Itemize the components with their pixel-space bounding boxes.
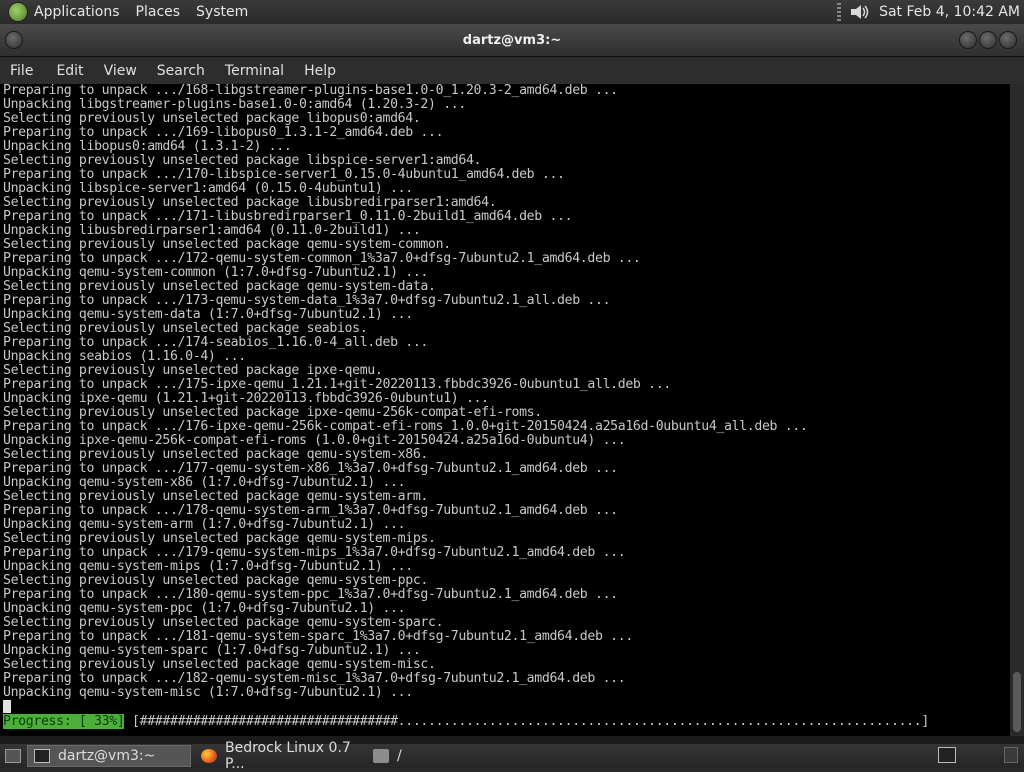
taskbar-item-firefox[interactable]: Bedrock Linux 0.7 P...: [195, 740, 363, 772]
places-menu[interactable]: Places: [136, 4, 181, 20]
terminal-line: Selecting previously unselected package …: [3, 111, 421, 126]
terminal-line: Unpacking qemu-system-data (1:7.0+dfsg-7…: [3, 307, 413, 322]
terminal-line: Unpacking qemu-system-mips (1:7.0+dfsg-7…: [3, 559, 413, 574]
taskbar-item-label: dartz@vm3:~: [58, 748, 156, 764]
bottom-panel: dartz@vm3:~ Bedrock Linux 0.7 P... /: [0, 740, 1024, 772]
terminal-line: Unpacking ipxe-qemu (1.21.1+git-20220113…: [3, 391, 489, 406]
panel-grip-icon: [837, 3, 842, 21]
menu-edit[interactable]: Edit: [56, 63, 83, 79]
terminal-line: Selecting previously unselected package …: [3, 363, 383, 378]
terminal-line: Preparing to unpack .../171-libusbredirp…: [3, 209, 573, 224]
terminal-scrollbar[interactable]: [1010, 84, 1024, 736]
menu-file[interactable]: File: [10, 63, 33, 79]
terminal-line: Selecting previously unselected package …: [3, 615, 444, 630]
panel-tray: Sat Feb 4, 10:42 AM: [837, 3, 1024, 21]
terminal-line: Selecting previously unselected package …: [3, 321, 368, 336]
terminal-cursor: [3, 700, 11, 713]
terminal-line: Selecting previously unselected package …: [3, 405, 542, 420]
taskbar-item-label: /: [397, 748, 402, 764]
terminal-line: Selecting previously unselected package …: [3, 237, 451, 252]
terminal-line: Preparing to unpack .../181-qemu-system-…: [3, 629, 633, 644]
firefox-icon: [201, 749, 217, 763]
terminal-line: Preparing to unpack .../180-qemu-system-…: [3, 587, 618, 602]
terminal-line: Unpacking qemu-system-x86 (1:7.0+dfsg-7u…: [3, 475, 406, 490]
top-panel: Applications Places System Sat Feb 4, 10…: [0, 0, 1024, 24]
terminal-icon: [34, 749, 50, 763]
terminal-output[interactable]: Preparing to unpack .../168-libgstreamer…: [0, 84, 1010, 736]
trash-icon[interactable]: [1004, 747, 1018, 763]
show-desktop-icon[interactable]: [5, 749, 21, 763]
terminal-line: Unpacking qemu-system-sparc (1:7.0+dfsg-…: [3, 643, 421, 658]
terminal-line: Selecting previously unselected package …: [3, 531, 436, 546]
progress-bar: [##################################.....…: [124, 714, 929, 729]
terminal-line: Unpacking seabios (1.16.0-4) ...: [3, 349, 246, 364]
window-title: dartz@vm3:~: [462, 32, 562, 48]
volume-icon[interactable]: [849, 3, 871, 21]
window-menu-icon[interactable]: [5, 31, 23, 49]
taskbar-item-label: Bedrock Linux 0.7 P...: [225, 740, 351, 772]
terminal-line: Preparing to unpack .../174-seabios_1.16…: [3, 335, 429, 350]
terminal-line: Unpacking libgstreamer-plugins-base1.0-0…: [3, 97, 466, 112]
terminal-line: Preparing to unpack .../168-libgstreamer…: [3, 84, 618, 98]
menu-terminal[interactable]: Terminal: [225, 63, 284, 79]
terminal-line: Unpacking qemu-system-common (1:7.0+dfsg…: [3, 265, 429, 280]
terminal-line: Selecting previously unselected package …: [3, 573, 429, 588]
terminal-line: Preparing to unpack .../170-libspice-ser…: [3, 167, 565, 182]
terminal-line: Selecting previously unselected package …: [3, 489, 429, 504]
window-menubar: File Edit View Search Terminal Help: [0, 57, 1024, 85]
terminal-lines: Preparing to unpack .../168-libgstreamer…: [3, 84, 808, 714]
terminal-line: Selecting previously unselected package …: [3, 447, 429, 462]
terminal-line: Preparing to unpack .../173-qemu-system-…: [3, 293, 611, 308]
terminal-line: Unpacking ipxe-qemu-256k-compat-efi-roms…: [3, 433, 626, 448]
terminal-line: Unpacking qemu-system-misc (1:7.0+dfsg-7…: [3, 685, 413, 700]
clock[interactable]: Sat Feb 4, 10:42 AM: [879, 4, 1020, 20]
folder-icon: [373, 749, 389, 763]
terminal-line: Unpacking libspice-server1:amd64 (0.15.0…: [3, 181, 413, 196]
terminal-line: Preparing to unpack .../179-qemu-system-…: [3, 545, 626, 560]
terminal-line: Preparing to unpack .../178-qemu-system-…: [3, 503, 618, 518]
terminal-line: Unpacking qemu-system-arm (1:7.0+dfsg-7u…: [3, 517, 406, 532]
progress-row: Progress: [ 33%] [######################…: [3, 714, 929, 729]
maximize-button[interactable]: [979, 31, 997, 49]
applications-menu[interactable]: Applications: [34, 4, 120, 20]
terminal-line: Selecting previously unselected package …: [3, 279, 436, 294]
terminal-cursor-line: [3, 700, 808, 714]
tray-terminal-icon[interactable]: [938, 747, 956, 763]
window-titlebar[interactable]: dartz@vm3:~: [0, 24, 1024, 57]
scrollbar-thumb[interactable]: [1013, 672, 1021, 732]
terminal-line: Unpacking qemu-system-ppc (1:7.0+dfsg-7u…: [3, 601, 406, 616]
terminal-line: Preparing to unpack .../175-ipxe-qemu_1.…: [3, 377, 671, 392]
system-menu[interactable]: System: [196, 4, 248, 20]
minimize-button[interactable]: [959, 31, 977, 49]
terminal-line: Selecting previously unselected package …: [3, 195, 497, 210]
distro-logo-icon[interactable]: [8, 2, 28, 22]
menu-help[interactable]: Help: [304, 63, 336, 79]
terminal-line: Preparing to unpack .../172-qemu-system-…: [3, 251, 641, 266]
terminal-window: dartz@vm3:~ File Edit View Search Termin…: [0, 24, 1024, 744]
terminal-line: Preparing to unpack .../182-qemu-system-…: [3, 671, 626, 686]
menu-search[interactable]: Search: [157, 63, 205, 79]
terminal-line: Preparing to unpack .../169-libopus0_1.3…: [3, 125, 444, 140]
progress-label: Progress: [ 33%]: [3, 714, 125, 729]
terminal-line: Preparing to unpack .../176-ipxe-qemu-25…: [3, 419, 808, 434]
terminal-line: Unpacking libusbredirparser1:amd64 (0.11…: [3, 223, 421, 238]
close-button[interactable]: [999, 31, 1017, 49]
terminal-line: Preparing to unpack .../177-qemu-system-…: [3, 461, 618, 476]
menu-view[interactable]: View: [104, 63, 137, 79]
terminal-line: Selecting previously unselected package …: [3, 153, 482, 168]
taskbar-item-terminal[interactable]: dartz@vm3:~: [27, 745, 191, 767]
terminal-line: Unpacking libopus0:amd64 (1.3.1-2) ...: [3, 139, 292, 154]
terminal-line: Selecting previously unselected package …: [3, 657, 436, 672]
taskbar-item-folder[interactable]: /: [367, 745, 467, 767]
